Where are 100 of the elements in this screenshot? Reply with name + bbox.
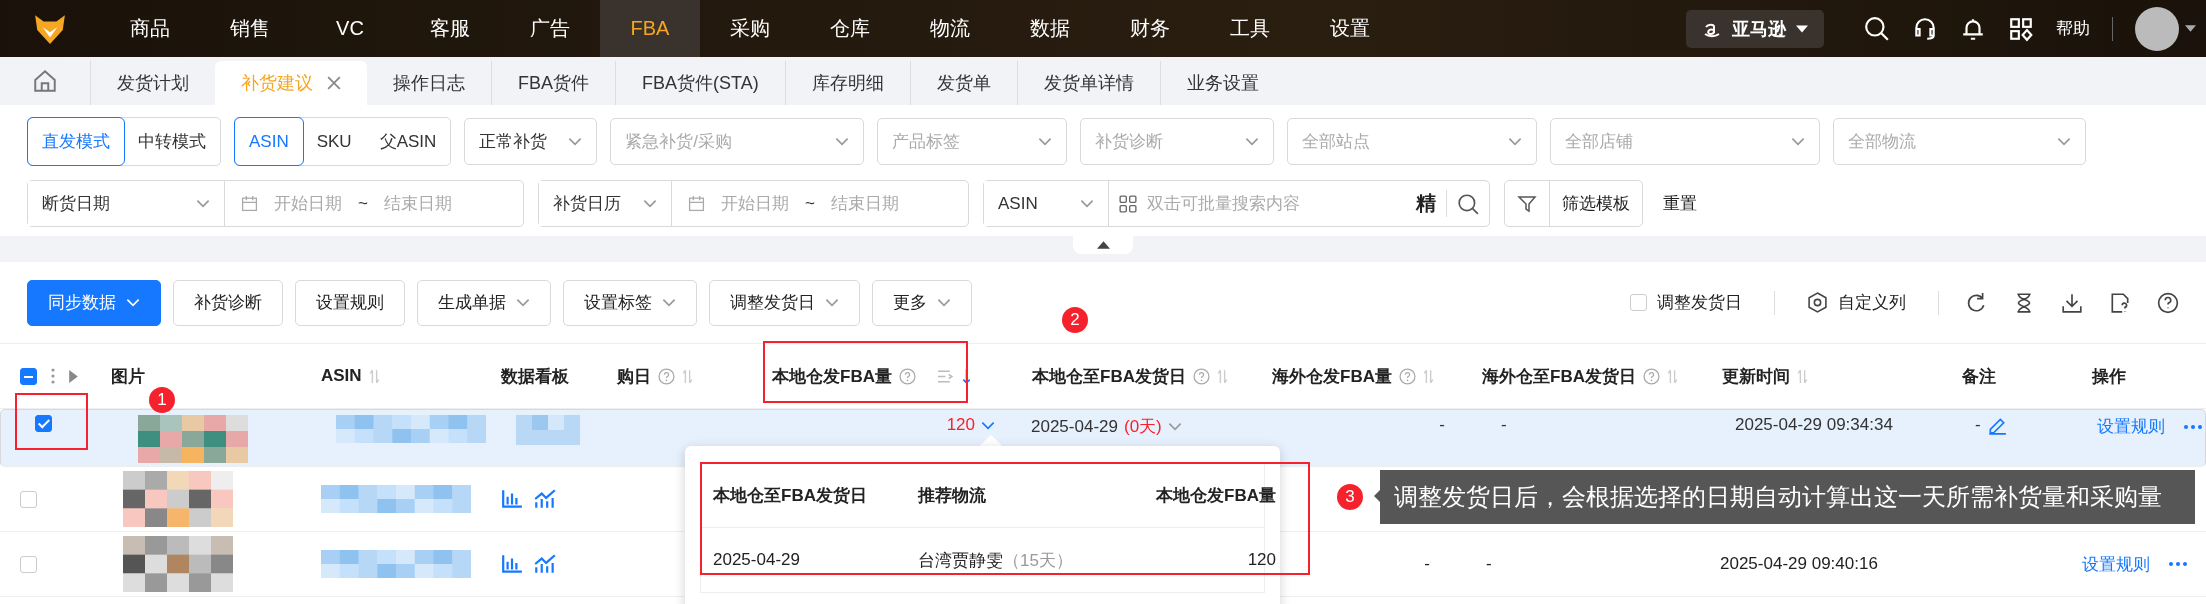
toolbar-button[interactable]: 调整发货日 [709, 279, 860, 326]
toolbar-button[interactable]: 设置标签 [563, 279, 697, 326]
chevron-down-icon [835, 137, 850, 146]
apps-icon[interactable] [2008, 15, 2034, 42]
help-icon [1398, 367, 1416, 385]
chevron-down-icon [981, 420, 995, 430]
quantity-value: - [1424, 554, 1430, 574]
nav-item[interactable]: 广告 [500, 0, 600, 57]
toolbar-button[interactable]: 更多 [872, 279, 972, 326]
ship-date: - [1486, 554, 1492, 574]
document-question-icon[interactable] [2109, 291, 2131, 314]
step-marker: 1 [149, 387, 175, 413]
home-icon[interactable] [32, 68, 58, 94]
tab[interactable]: 发货单详情 [1016, 61, 1160, 105]
more-icon[interactable] [2168, 561, 2188, 567]
nav-item[interactable]: FBA [600, 0, 700, 57]
trend-chart-icon[interactable] [533, 554, 557, 574]
chevron-down-icon [825, 298, 839, 307]
headset-icon[interactable] [1912, 15, 1938, 42]
help-link[interactable]: 帮助 [2056, 17, 2090, 40]
tab[interactable]: 发货单 [909, 61, 1017, 105]
edit-icon[interactable] [1986, 415, 2007, 435]
chevron-down-icon [126, 298, 140, 307]
caret-icon[interactable] [2185, 25, 2196, 32]
drag-handle-icon[interactable] [51, 368, 55, 384]
step-marker: 3 [1337, 484, 1363, 510]
column-header: 海外仓发FBA量 [1272, 365, 1392, 388]
column-header: 本地仓至FBA发货日 [713, 484, 868, 507]
help-icon [1642, 367, 1660, 385]
nav-item[interactable]: 客服 [400, 0, 500, 57]
help-icon [658, 367, 675, 385]
row-checkbox[interactable] [35, 415, 52, 432]
update-time: 2025-04-29 09:34:34 [1735, 415, 1893, 435]
column-header: 更新时间 [1722, 365, 1790, 388]
mode-toggle[interactable]: 直发模式 [28, 118, 124, 165]
nav-item[interactable]: 设置 [1300, 0, 1400, 57]
nav-item[interactable]: 销售 [200, 0, 300, 57]
chevron-down-icon [662, 298, 676, 307]
nav-item[interactable]: 工具 [1200, 0, 1300, 57]
column-header: 海外仓至FBA发货日 [1482, 365, 1636, 388]
help-icon[interactable] [2157, 291, 2179, 314]
column-header: 操作 [2092, 365, 2126, 388]
adjust-date-checkbox[interactable]: 调整发货日 [1624, 290, 1748, 315]
nav-item[interactable]: 财务 [1100, 0, 1200, 57]
tab[interactable]: 操作日志 [367, 61, 491, 105]
toolbar-button[interactable]: 同步数据 [27, 279, 161, 326]
dimension-toggle[interactable]: ASIN [235, 118, 303, 165]
bar-chart-icon[interactable] [501, 554, 523, 574]
column-header: 图片 [111, 365, 145, 388]
tab[interactable]: FBA货件 [491, 61, 615, 105]
fox-logo-icon[interactable] [33, 12, 67, 45]
toolbar-button[interactable]: 设置规则 [295, 279, 405, 326]
search-icon[interactable] [1864, 15, 1890, 42]
avatar[interactable] [2135, 6, 2179, 51]
nav-item[interactable]: 商品 [100, 0, 200, 57]
marketplace-selector[interactable]: 亚马逊 [1686, 9, 1824, 48]
chevron-down-icon [1038, 137, 1053, 146]
table-row[interactable]: 120 2025-04-29 (0天) - - 2025-04-29 09:34:34 - 设置规则 [0, 409, 2206, 467]
close-icon [327, 76, 341, 90]
ship-date: 2025-04-29 [1031, 416, 1118, 437]
tab[interactable]: FBA货件(STA) [615, 61, 785, 105]
nav-item[interactable]: 采购 [700, 0, 800, 57]
select-all-checkbox[interactable] [20, 367, 37, 385]
column-header: 备注 [1962, 365, 1996, 388]
nav-item[interactable]: 仓库 [800, 0, 900, 57]
ship-date: - [1501, 415, 1507, 435]
help-icon [1192, 367, 1210, 385]
set-rule-link[interactable]: 设置规则 [2097, 415, 2165, 438]
nav-item[interactable]: 数据 [1000, 0, 1100, 57]
toolbar-button[interactable]: 补货诊断 [173, 279, 283, 326]
tab[interactable]: 库存明细 [784, 61, 910, 105]
row-checkbox[interactable] [20, 555, 37, 573]
quantity-value: - [1439, 415, 1445, 435]
trend-chart-icon[interactable] [533, 489, 557, 509]
filter-icon[interactable] [1517, 193, 1537, 214]
download-icon[interactable] [2061, 291, 2083, 314]
chevron-down-icon [2057, 137, 2072, 146]
refresh-icon[interactable] [1965, 291, 1987, 314]
column-header: 推荐物流 [918, 484, 987, 507]
column-header: 数据看板 [501, 365, 569, 388]
logistics-name: 台湾贾静雯（15天） [918, 549, 1074, 572]
nav-item[interactable]: VC [300, 0, 400, 57]
days-label: (0天) [1123, 416, 1162, 438]
collapse-icon[interactable] [1096, 241, 1110, 249]
row-checkbox[interactable] [20, 490, 37, 508]
quantity-value[interactable]: 120 [946, 415, 975, 435]
tab[interactable]: 业务设置 [1159, 61, 1285, 105]
nav-item[interactable]: 物流 [900, 0, 1000, 57]
reset-button[interactable]: 重置 [1657, 191, 1703, 216]
select-field[interactable]: 正常补货 [464, 118, 598, 165]
set-rule-link[interactable]: 设置规则 [2082, 552, 2150, 576]
more-icon[interactable] [2183, 423, 2203, 430]
bar-chart-icon[interactable] [501, 489, 523, 509]
ship-date: 2025-04-29 [713, 550, 801, 570]
custom-columns-button[interactable]: 自定义列 [1801, 290, 1912, 315]
expand-icon[interactable] [69, 369, 78, 383]
chevron-down-icon [568, 137, 583, 146]
toolbar-button[interactable]: 生成单据 [417, 279, 551, 326]
hexagon-icon [1807, 292, 1828, 313]
chevron-down-icon [937, 298, 951, 307]
